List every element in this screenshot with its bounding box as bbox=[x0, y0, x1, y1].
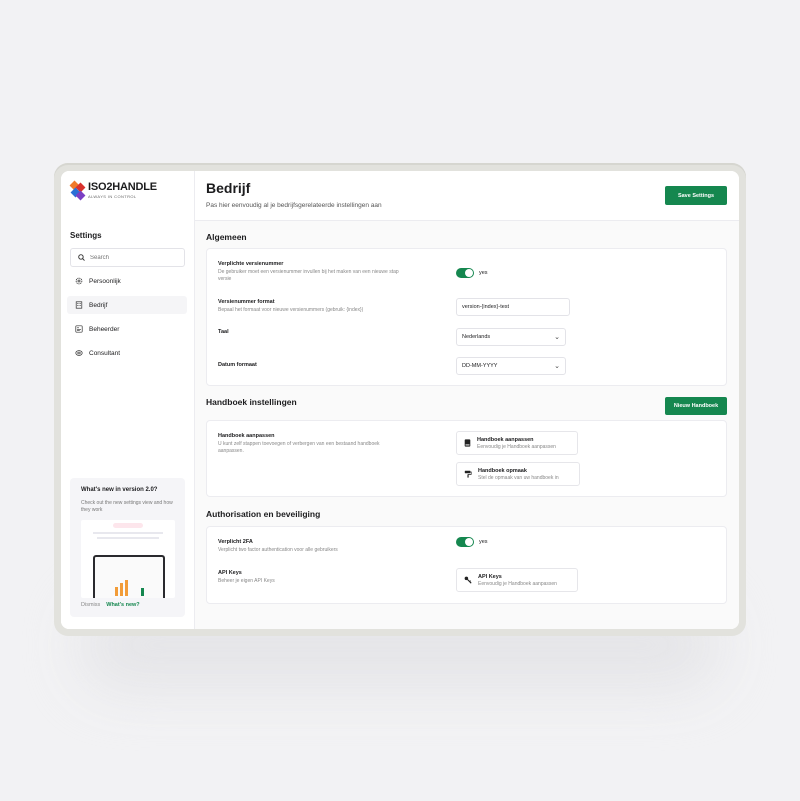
sidebar-item-label: Consultant bbox=[89, 349, 121, 357]
nieuw-handboek-button[interactable]: Nieuw Handboek bbox=[665, 397, 727, 415]
sidebar-item-persoonlijk[interactable]: Persoonlijk bbox=[67, 272, 187, 290]
logo-mark-icon bbox=[69, 180, 86, 201]
taal-select[interactable]: Nederlands ⌄ bbox=[456, 328, 566, 346]
section-title-handboek: Handboek instellingen bbox=[206, 397, 297, 407]
datum-formaat-label: Datum formaat bbox=[218, 362, 257, 368]
card-subtitle: Stel de opmaak van uw handboek in bbox=[478, 474, 559, 481]
sidebar: ISO2HANDLE ALWAYS IN CONTROL Settings Pe… bbox=[61, 171, 195, 629]
page-header: Bedrijf Pas hier eenvoudig al je bedrijf… bbox=[195, 171, 739, 221]
key-icon bbox=[464, 576, 472, 584]
search-input[interactable] bbox=[90, 254, 180, 261]
sidebar-title: Settings bbox=[70, 231, 102, 240]
sidebar-item-bedrijf[interactable]: Bedrijf bbox=[67, 296, 187, 314]
gear-icon bbox=[75, 277, 83, 285]
main-content: Bedrijf Pas hier eenvoudig al je bedrijf… bbox=[195, 171, 739, 629]
section-title-algemeen: Algemeen bbox=[206, 232, 247, 242]
handboek-aanpassen-label: Handboek aanpassen bbox=[218, 433, 275, 439]
2fa-toggle[interactable] bbox=[456, 537, 474, 547]
datum-formaat-value: DD-MM-YYYY bbox=[462, 363, 498, 369]
admin-icon bbox=[75, 325, 83, 333]
whats-new-text: Check out the new settings view and how … bbox=[81, 500, 173, 513]
verplicht-2fa-desc: Verplicht two factor authentication voor… bbox=[218, 547, 338, 553]
whats-new-link[interactable]: What's new? bbox=[106, 602, 139, 608]
chevron-down-icon: ⌄ bbox=[554, 363, 560, 370]
paint-roller-icon bbox=[464, 470, 472, 478]
brand-tagline: ALWAYS IN CONTROL bbox=[88, 194, 137, 199]
handboek-aanpassen-card[interactable]: Handboek aanpassen Eenvoudig je Handboek… bbox=[456, 431, 578, 455]
sidebar-nav: Persoonlijk Bedrijf Beheerder Consultant bbox=[67, 272, 187, 368]
card-handboek: Handboek aanpassen U kunt zelf stappen t… bbox=[206, 420, 727, 497]
brand-logo: ISO2HANDLE ALWAYS IN CONTROL bbox=[69, 180, 157, 201]
versienummer-format-desc: Bepaal het formaat voor nieuwe versienum… bbox=[218, 307, 364, 313]
sidebar-item-label: Persoonlijk bbox=[89, 277, 121, 285]
sidebar-item-beheerder[interactable]: Beheerder bbox=[67, 320, 187, 338]
card-title: Handboek opmaak bbox=[478, 467, 527, 474]
handboek-opmaak-card[interactable]: Handboek opmaak Stel de opmaak van uw ha… bbox=[456, 462, 580, 486]
book-icon bbox=[464, 439, 471, 447]
card-algemeen: Verplichte versienummer De gebruiker moe… bbox=[206, 248, 727, 386]
verplicht-versienummer-desc: De gebruiker moet een versienummer invul… bbox=[218, 269, 399, 282]
taal-select-value: Nederlands bbox=[462, 334, 491, 340]
taal-label: Taal bbox=[218, 329, 229, 335]
card-authorisation: Verplicht 2FA Verplicht two factor authe… bbox=[206, 526, 727, 604]
verplicht-versienummer-label: Verplichte versienummer bbox=[218, 261, 284, 267]
handboek-aanpassen-desc: U kunt zelf stappen toevoegen of verberg… bbox=[218, 441, 380, 454]
versienummer-format-input[interactable]: version-{index}-test bbox=[456, 298, 570, 316]
sidebar-item-consultant[interactable]: Consultant bbox=[67, 344, 187, 362]
section-title-authorisation: Authorisation en beveiliging bbox=[206, 509, 321, 519]
api-keys-card[interactable]: API Keys Eenvoudig je Handboek aanpassen bbox=[456, 568, 578, 592]
card-subtitle: Eenvoudig je Handboek aanpassen bbox=[478, 580, 557, 587]
whats-new-title: What's new in version 2.0? bbox=[81, 487, 158, 493]
search-box[interactable] bbox=[70, 248, 185, 267]
versienummer-format-label: Versienummer format bbox=[218, 299, 275, 305]
page-subtitle: Pas hier eenvoudig al je bedrijfsgerelat… bbox=[206, 202, 382, 209]
datum-formaat-select[interactable]: DD-MM-YYYY ⌄ bbox=[456, 357, 566, 375]
api-keys-label: API Keys bbox=[218, 570, 242, 576]
chevron-down-icon: ⌄ bbox=[554, 334, 560, 341]
card-subtitle: Eenvoudig je Handboek aanpassen bbox=[477, 443, 556, 450]
whats-new-preview-image bbox=[81, 520, 175, 598]
app-screen: ISO2HANDLE ALWAYS IN CONTROL Settings Pe… bbox=[61, 171, 739, 629]
api-keys-desc: Beheer je eigen API Keys bbox=[218, 578, 275, 584]
versienummer-toggle[interactable] bbox=[456, 268, 474, 278]
verplicht-2fa-label: Verplicht 2FA bbox=[218, 539, 253, 545]
card-title: API Keys bbox=[478, 573, 502, 580]
2fa-toggle-label: yes bbox=[479, 539, 488, 545]
card-title: Handboek aanpassen bbox=[477, 436, 534, 443]
search-icon bbox=[78, 254, 85, 261]
whats-new-card: What's new in version 2.0? Check out the… bbox=[70, 478, 185, 617]
page-title: Bedrijf bbox=[206, 180, 251, 196]
dismiss-link[interactable]: Dismiss bbox=[81, 602, 100, 608]
handshake-icon bbox=[75, 350, 83, 356]
save-settings-button[interactable]: Save Settings bbox=[665, 186, 727, 205]
brand-name: ISO2HANDLE bbox=[88, 181, 157, 193]
sidebar-item-label: Bedrijf bbox=[89, 301, 108, 309]
versienummer-toggle-label: yes bbox=[479, 270, 488, 276]
sidebar-item-label: Beheerder bbox=[89, 325, 120, 333]
building-icon bbox=[75, 301, 83, 309]
